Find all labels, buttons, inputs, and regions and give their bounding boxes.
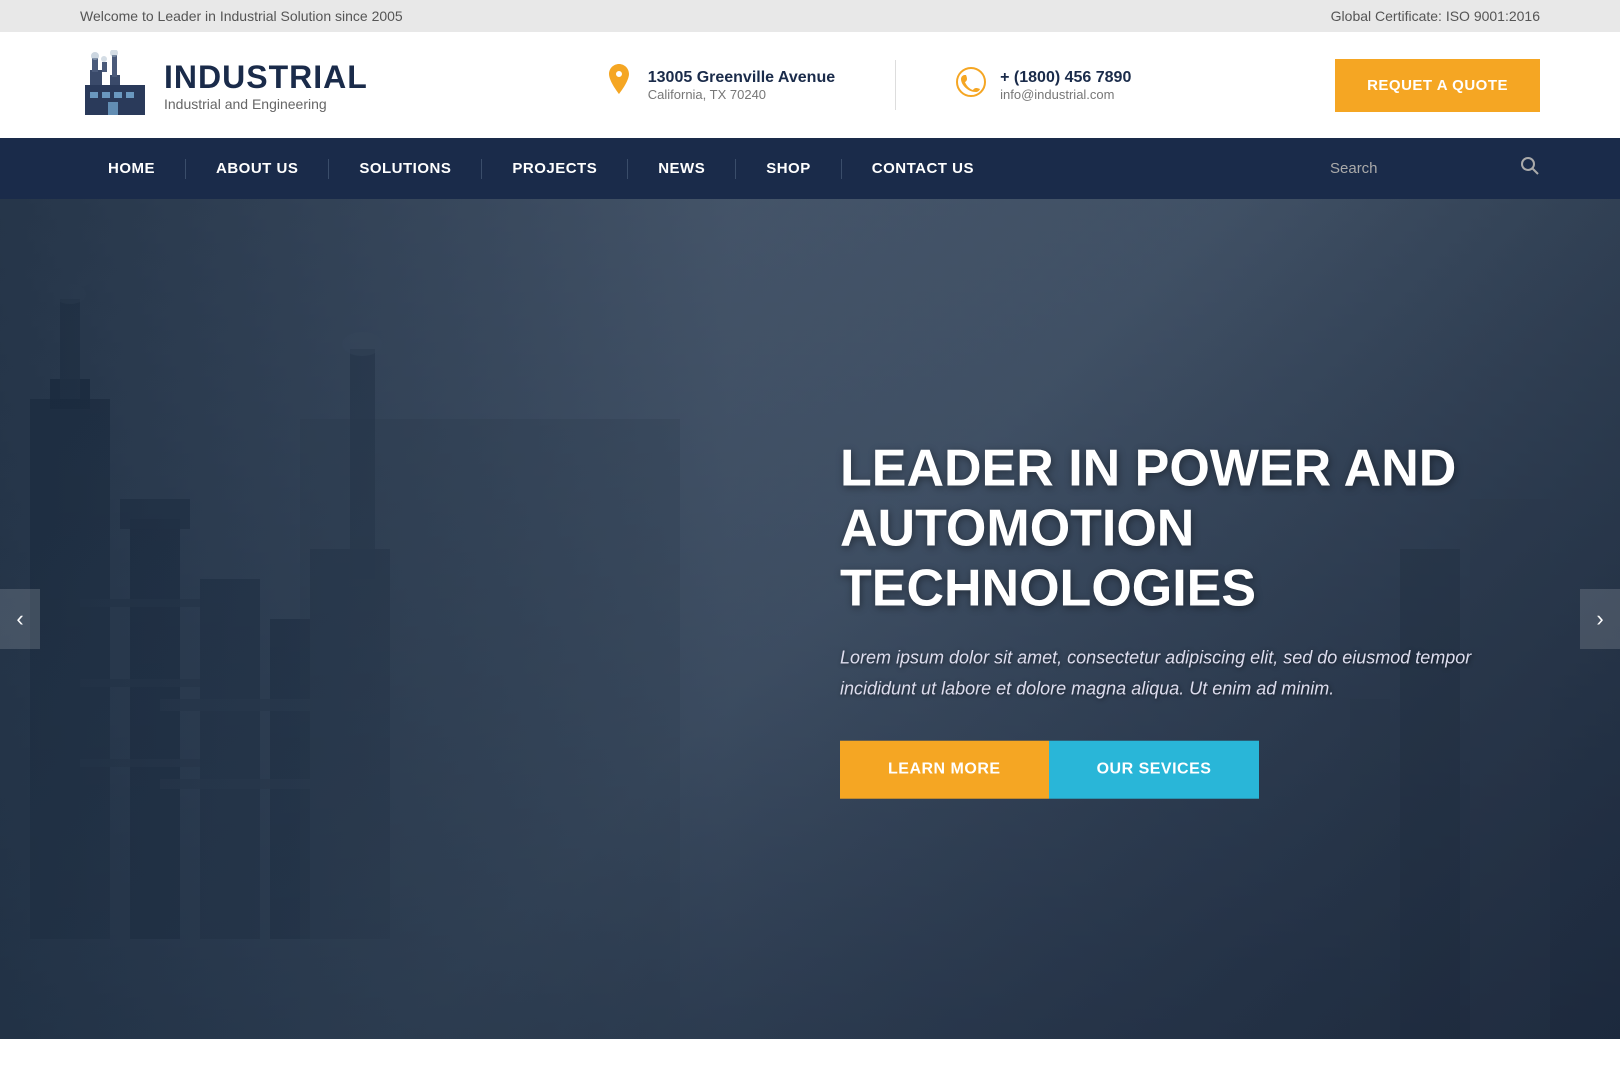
hero-content: LEADER IN POWER AND AUTOMOTION TECHNOLOG… [840, 440, 1540, 799]
nav-separator-3 [481, 159, 482, 179]
phone-block: + (1800) 456 7890 info@industrial.com [956, 67, 1131, 104]
nav-link-home[interactable]: HOME [80, 138, 183, 199]
top-bar-left: Welcome to Leader in Industrial Solution… [80, 8, 403, 24]
address-details: 13005 Greenville Avenue California, TX 7… [648, 69, 835, 102]
quote-button[interactable]: REQUET A QUOTE [1335, 59, 1540, 112]
phone-number: + (1800) 456 7890 [1000, 69, 1131, 87]
search-icon [1520, 156, 1540, 176]
top-bar: Welcome to Leader in Industrial Solution… [0, 0, 1620, 32]
hero-section: ‹ › LEADER IN POWER AND AUTOMOTION TECHN… [0, 199, 1620, 1039]
nav-item-home[interactable]: HOME [80, 138, 183, 199]
location-icon [604, 64, 634, 107]
logo-text: INDUSTRIAL Industrial and Engineering [164, 59, 368, 112]
slider-next-button[interactable]: › [1580, 589, 1620, 649]
hero-buttons: LEARN MORE OUR SEVICES [840, 740, 1540, 798]
nav-item-contact[interactable]: CONTACT US [844, 138, 1002, 199]
nav-separator-2 [328, 159, 329, 179]
header: INDUSTRIAL Industrial and Engineering 13… [0, 32, 1620, 138]
nav-link-contact[interactable]: CONTACT US [844, 138, 1002, 199]
nav-separator-5 [735, 159, 736, 179]
nav-link-news[interactable]: NEWS [630, 138, 733, 199]
phone-email: info@industrial.com [1000, 87, 1131, 102]
search-input[interactable] [1330, 160, 1510, 177]
logo-icon [80, 50, 150, 120]
navbar: HOME ABOUT US SOLUTIONS PROJECTS NEWS SH… [0, 138, 1620, 199]
nav-separator-1 [185, 159, 186, 179]
our-services-button[interactable]: OUR SEVICES [1049, 740, 1260, 798]
search-area[interactable] [1330, 156, 1540, 182]
phone-details: + (1800) 456 7890 info@industrial.com [1000, 69, 1131, 102]
nav-item-solutions[interactable]: SOLUTIONS [331, 138, 479, 199]
logo: INDUSTRIAL Industrial and Engineering [80, 50, 400, 120]
address-block: 13005 Greenville Avenue California, TX 7… [604, 64, 835, 107]
nav-link-projects[interactable]: PROJECTS [484, 138, 625, 199]
hero-subtitle: Lorem ipsum dolor sit amet, consectetur … [840, 643, 1540, 704]
header-divider [895, 60, 896, 110]
nav-item-projects[interactable]: PROJECTS [484, 138, 625, 199]
nav-separator-6 [841, 159, 842, 179]
logo-subtitle: Industrial and Engineering [164, 96, 368, 112]
address-line1: 13005 Greenville Avenue [648, 69, 835, 87]
top-bar-right: Global Certificate: ISO 9001:2016 [1331, 8, 1540, 24]
phone-icon [956, 67, 986, 104]
nav-link-about[interactable]: ABOUT US [188, 138, 326, 199]
search-icon-button[interactable] [1520, 156, 1540, 182]
nav-item-news[interactable]: NEWS [630, 138, 733, 199]
hero-title: LEADER IN POWER AND AUTOMOTION TECHNOLOG… [840, 440, 1540, 619]
nav-separator-4 [627, 159, 628, 179]
header-contact: 13005 Greenville Avenue California, TX 7… [440, 60, 1295, 110]
nav-link-shop[interactable]: SHOP [738, 138, 839, 199]
nav-link-solutions[interactable]: SOLUTIONS [331, 138, 479, 199]
address-line2: California, TX 70240 [648, 87, 835, 102]
learn-more-button[interactable]: LEARN MORE [840, 740, 1049, 798]
slider-prev-button[interactable]: ‹ [0, 589, 40, 649]
nav-item-shop[interactable]: SHOP [738, 138, 839, 199]
nav-item-about[interactable]: ABOUT US [188, 138, 326, 199]
logo-title: INDUSTRIAL [164, 59, 368, 96]
nav-links: HOME ABOUT US SOLUTIONS PROJECTS NEWS SH… [80, 138, 1330, 199]
